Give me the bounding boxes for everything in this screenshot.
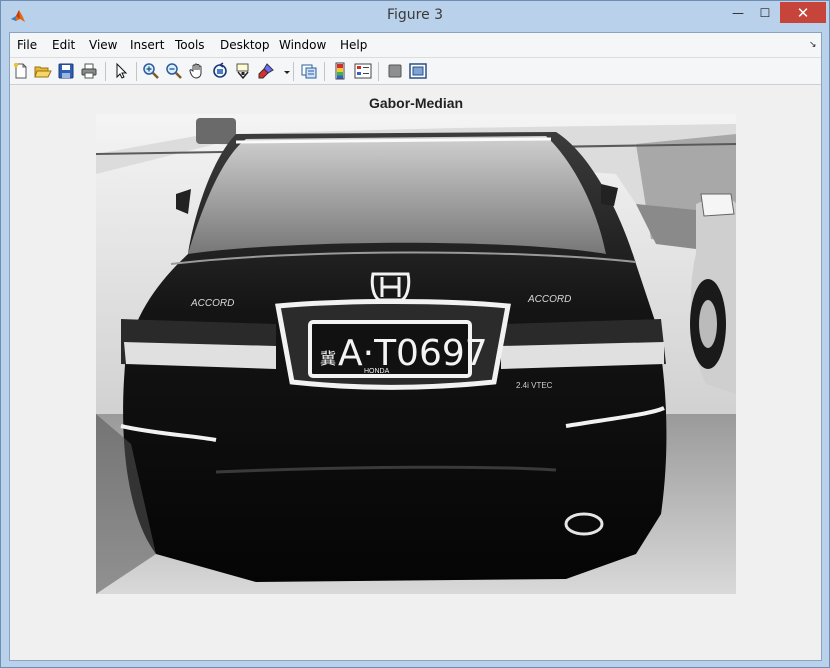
title-bar[interactable]: Figure 3 — ☐ ✕	[1, 1, 829, 32]
data-cursor-icon[interactable]	[234, 62, 252, 80]
brush-icon[interactable]	[257, 62, 275, 80]
rotate-3d-icon[interactable]	[211, 62, 229, 80]
brush-dropdown-icon[interactable]	[278, 62, 290, 80]
menu-desktop[interactable]: Desktop	[220, 38, 270, 52]
car-rear-image[interactable]: 冀 A·T0697 HONDA ACCORD ACCORD 2.4i VTEC	[96, 114, 736, 594]
toolbar-separator	[324, 62, 325, 81]
close-button[interactable]: ✕	[780, 2, 826, 23]
right-model-badge: ACCORD	[527, 294, 571, 305]
figure-toolbar	[10, 58, 821, 85]
menu-insert[interactable]: Insert	[130, 38, 164, 52]
insert-colorbar-icon[interactable]	[331, 62, 349, 80]
plate-number: A·T0697	[338, 333, 488, 374]
link-plot-icon[interactable]	[300, 62, 318, 80]
new-figure-icon[interactable]	[12, 62, 30, 80]
maximize-button[interactable]: ☐	[752, 2, 778, 23]
toolbar-separator	[378, 62, 379, 81]
menu-help[interactable]: Help	[340, 38, 367, 52]
insert-legend-icon[interactable]	[354, 62, 372, 80]
minimize-button[interactable]: —	[725, 2, 751, 23]
plate-frame-brand: HONDA	[364, 368, 390, 375]
zoom-out-icon[interactable]	[165, 62, 183, 80]
menu-file[interactable]: File	[17, 38, 37, 52]
menu-edit[interactable]: Edit	[52, 38, 75, 52]
show-plot-tools-icon[interactable]	[409, 62, 427, 80]
left-model-badge: ACCORD	[190, 298, 234, 309]
toolbar-separator	[293, 62, 294, 81]
menu-view[interactable]: View	[89, 38, 117, 52]
menu-window[interactable]: Window	[279, 38, 326, 52]
axes-title: Gabor-Median	[368, 95, 464, 111]
figure-window: Figure 3 — ☐ ✕ File Edit View Insert Too…	[0, 0, 830, 668]
figure-client-area: File Edit View Insert Tools Desktop Wind…	[9, 32, 822, 661]
menu-tools[interactable]: Tools	[175, 38, 205, 52]
hide-plot-tools-icon[interactable]	[386, 62, 404, 80]
figure-canvas: Gabor-Median 冀 A·T0697 HONDA ACCORD ACCO…	[10, 86, 821, 660]
toolbar-separator	[136, 62, 137, 81]
dock-figure-icon[interactable]: ↘	[809, 40, 817, 50]
toolbar-separator	[105, 62, 106, 81]
save-icon[interactable]	[57, 62, 75, 80]
window-title: Figure 3	[386, 7, 444, 23]
trim-badge: 2.4i VTEC	[516, 381, 553, 390]
menu-bar: File Edit View Insert Tools Desktop Wind…	[10, 33, 821, 58]
zoom-in-icon[interactable]	[142, 62, 160, 80]
open-file-icon[interactable]	[34, 62, 52, 80]
pan-hand-icon[interactable]	[188, 62, 206, 80]
edit-plot-arrow-icon[interactable]	[112, 62, 130, 80]
print-icon[interactable]	[80, 62, 98, 80]
plate-prefix: 冀	[320, 350, 336, 368]
